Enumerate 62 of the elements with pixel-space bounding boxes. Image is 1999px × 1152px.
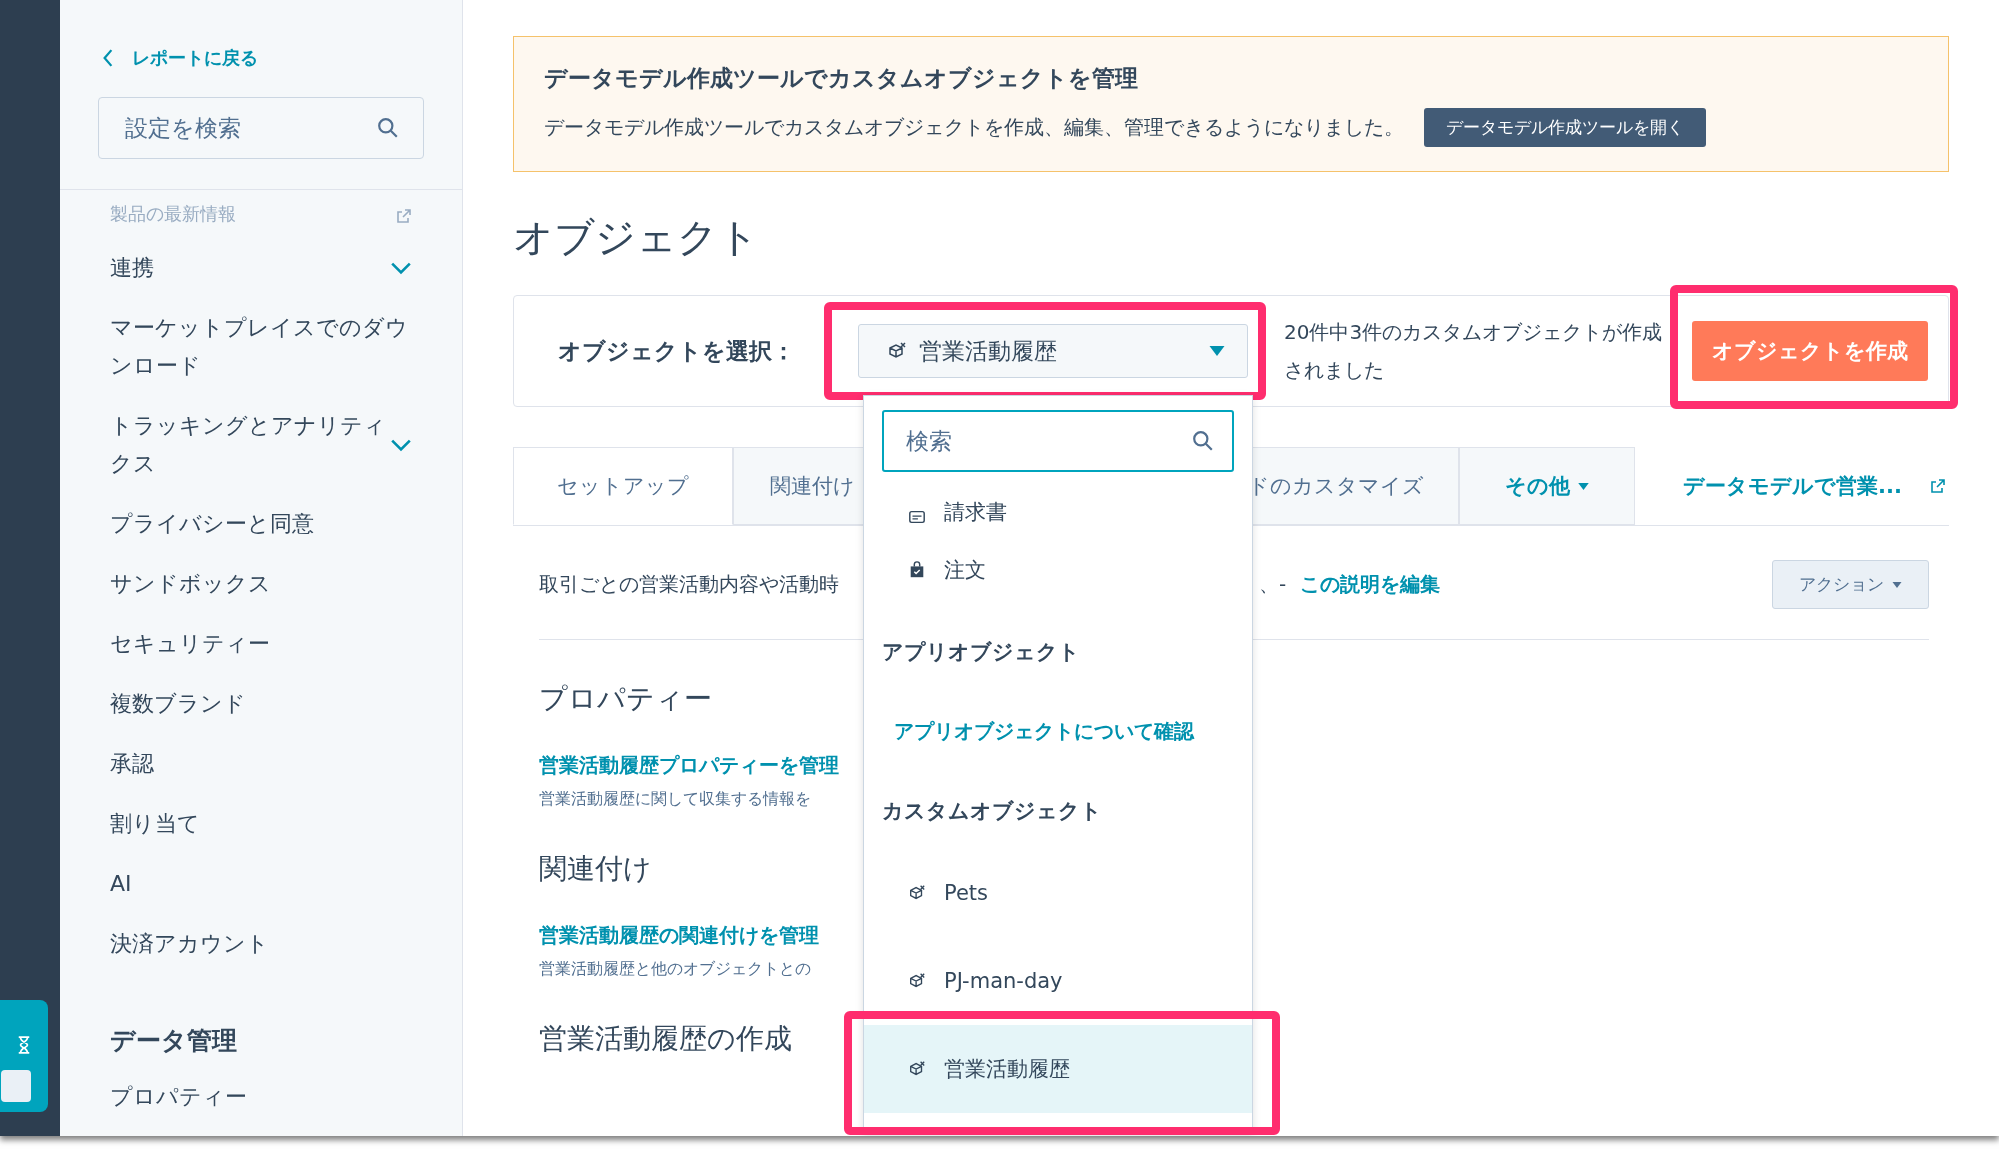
group-heading: カスタムオブジェクト (881, 798, 1103, 825)
object-select[interactable]: 営業活動履歴 (858, 324, 1248, 378)
caret-icon (1209, 346, 1225, 356)
section-heading: 営業活動履歴の作成 (539, 1021, 792, 1057)
search-icon (1192, 430, 1214, 452)
sidebar-item[interactable]: マーケットプレイスでのダウンロード (110, 309, 410, 385)
sidebar-item[interactable]: 複数ブランド (110, 685, 246, 723)
search-field[interactable]: 設定を検索 (98, 97, 424, 159)
invoice-icon (908, 508, 926, 526)
object-icon (887, 341, 907, 361)
dropdown-option[interactable]: 営業活動履歴 (864, 1025, 1252, 1113)
object-icon (908, 884, 926, 902)
caret-icon (1892, 581, 1902, 588)
sidebar-item[interactable]: AI (110, 865, 132, 903)
sidebar-heading: データ管理 (110, 1025, 238, 1057)
section-heading: 関連付け (539, 851, 652, 887)
dropdown-option[interactable]: 注文 (864, 526, 1252, 614)
caret-icon (1578, 482, 1589, 490)
object-icon (908, 1060, 926, 1078)
sidebar-item[interactable]: プロパティー (110, 1078, 247, 1116)
chevron-down-icon[interactable] (390, 438, 412, 452)
dropdown-option[interactable]: PJ-man-day (864, 937, 1252, 1025)
description-text: 取引ごとの営業活動内容や活動時 (539, 571, 840, 598)
bag-icon (908, 561, 926, 579)
timer-tab[interactable] (0, 1000, 48, 1112)
manage-link[interactable]: 営業活動履歴の関連付けを管理 (539, 922, 819, 949)
sidebar-item[interactable]: トラッキングとアナリティクス (110, 407, 390, 483)
sidebar-item[interactable]: プライバシーと同意 (110, 505, 314, 543)
chevron-down-icon[interactable] (390, 261, 412, 275)
search-field[interactable]: 検索 (882, 410, 1234, 472)
search-input[interactable]: 設定を検索 (123, 98, 377, 158)
section-text: 営業活動履歴と他のオブジェクトとの (539, 959, 811, 980)
sidebar-item[interactable]: 決済アカウント (110, 925, 269, 963)
rail-panel (1, 1070, 31, 1102)
section-text: 営業活動履歴に関して収集する情報を (539, 789, 811, 810)
selector-label: オブジェクトを選択： (558, 336, 796, 366)
hourglass-icon (17, 1036, 31, 1054)
edit-description-link[interactable]: この説明を編集 (1300, 571, 1441, 598)
object-count-text: 20件中3件のカスタムオブジェクトが作成されました (1284, 319, 1664, 384)
search-icon (377, 117, 399, 139)
external-link-icon (396, 208, 412, 224)
manage-link[interactable]: 営業活動履歴プロパティーを管理 (539, 752, 839, 779)
description-text: 、- (1259, 571, 1287, 598)
section-heading: プロパティー (539, 681, 712, 717)
group-heading: アプリオブジェクト (881, 639, 1081, 666)
external-link-icon (1929, 478, 1946, 494)
banner-text: データモデル作成ツールでカスタムオブジェクトを作成、編集、管理できるようになりました。 (544, 114, 1404, 141)
banner-title: データモデル作成ツールでカスタムオブジェクトを管理 (544, 64, 1139, 93)
data-model-link[interactable]: データモデルで営業... (1683, 472, 1902, 500)
tab[interactable]: セットアップ (513, 447, 733, 525)
sidebar-item[interactable]: 割り当て (110, 805, 200, 843)
sidebar-item[interactable]: 連携 (110, 249, 154, 287)
dropdown-option[interactable]: Pets (864, 849, 1252, 937)
open-tool-button[interactable]: データモデル作成ツールを開く (1424, 108, 1706, 147)
sidebar-item[interactable]: サンドボックス (110, 565, 271, 603)
sidebar-item[interactable]: 承認 (110, 745, 154, 783)
sidebar-item[interactable]: セキュリティー (110, 625, 270, 663)
object-icon (908, 972, 926, 990)
page-title: オブジェクト (513, 213, 760, 262)
actions-button[interactable]: アクション (1772, 560, 1929, 609)
app-object-link[interactable]: アプリオブジェクトについて確認 (864, 690, 1252, 773)
chevron-left-icon (102, 49, 114, 67)
